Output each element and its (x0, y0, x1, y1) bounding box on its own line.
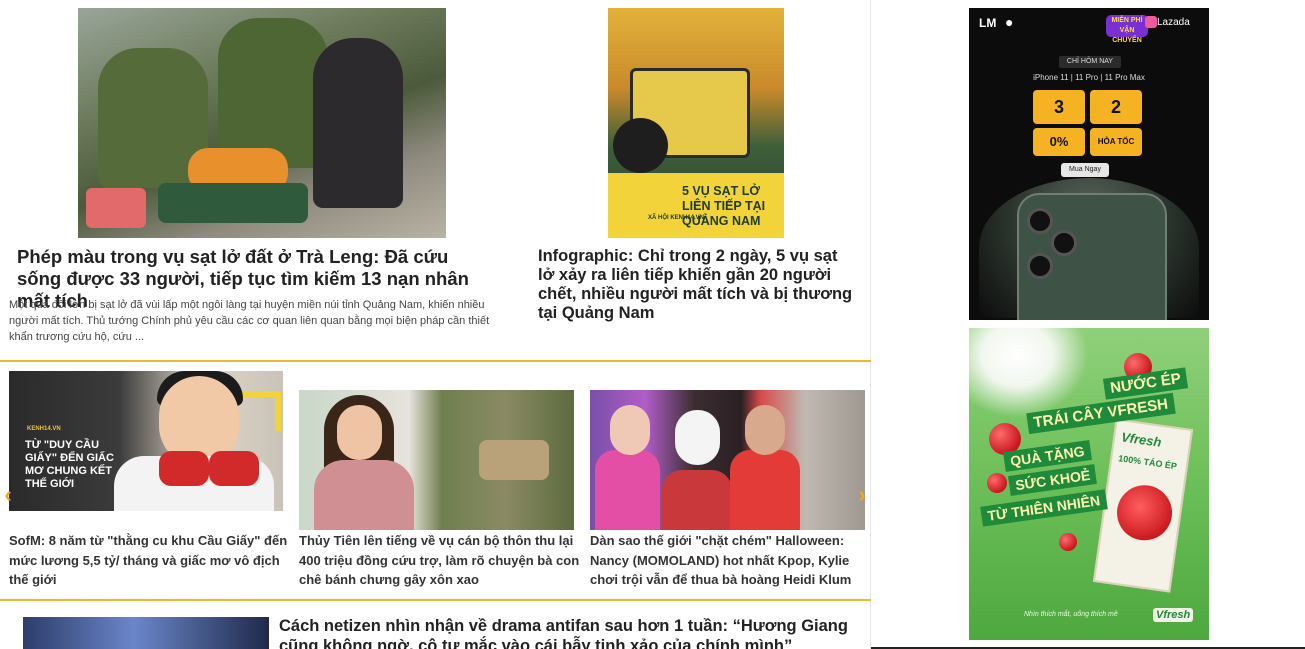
free-shipping-badge: MIỄN PHÍ VẬN CHUYỂN (1106, 15, 1148, 44)
vfresh-logo: Vfresh (1153, 608, 1194, 622)
boxing-glove (159, 451, 209, 486)
main-column: Phép màu trong vụ sạt lở đất ở Trà Leng:… (0, 0, 871, 649)
bottom-item-title[interactable]: Cách netizen nhìn nhận về drama antifan … (279, 616, 849, 649)
carousel-item-image[interactable] (299, 390, 574, 530)
boxing-glove (209, 451, 259, 486)
carousel-prev-icon[interactable]: ‹ (1, 484, 15, 506)
lazada-heart-icon (1145, 16, 1157, 28)
camera-lens-icon (1051, 230, 1077, 256)
featured-left-image[interactable] (78, 8, 446, 238)
carousel-next-icon[interactable]: › (855, 484, 869, 506)
ad-headline: CHỈ HÔM NAY (1059, 56, 1121, 68)
bottom-item-image[interactable] (23, 617, 269, 649)
pack-brand: Vfresh (1120, 429, 1163, 450)
featured-right-image[interactable]: 5 VỤ SẠT LỞ LIÊN TIẾP TẠI QUẢNG NAM XÃ H… (608, 8, 784, 238)
supplies (86, 188, 146, 228)
decor-stripe (241, 391, 281, 431)
person-face (337, 405, 382, 460)
section-divider (0, 360, 871, 362)
person-body (595, 450, 660, 530)
carousel-item-image[interactable] (590, 390, 865, 530)
infographic-source: XÃ HỘI KENH14.VN (648, 215, 705, 221)
stretcher (158, 183, 308, 223)
image-tag: KENH14.VN (27, 426, 61, 432)
carousel-item-title[interactable]: Thủy Tiên lên tiếng về vụ cán bộ thôn th… (299, 531, 581, 590)
advertisement-iphone[interactable]: LM ● MIỄN PHÍ VẬN CHUYỂN Lazada CHỈ HÔM … (969, 8, 1209, 320)
person-body (730, 450, 800, 530)
image-headline: TỪ "DUY CẦU GIẤY" ĐẾN GIẤC MƠ CHUNG KẾT … (25, 439, 114, 490)
apple-fruit-icon (1059, 533, 1077, 551)
lazmall-logo: LM (979, 16, 997, 30)
person-face (675, 410, 720, 465)
discount-tile: 2 (1090, 90, 1142, 124)
carousel-item-image[interactable]: KENH14.VN TỪ "DUY CẦU GIẤY" ĐẾN GIẤC MƠ … (9, 371, 283, 511)
carousel-item-title[interactable]: SofM: 8 năm từ "thằng cu khu Cầu Giấy" đ… (9, 531, 289, 590)
ad-banner-text: TỪ THIÊN NHIÊN (980, 489, 1108, 527)
apple-fruit-icon (987, 473, 1007, 493)
ad-models: iPhone 11 | 11 Pro | 11 Pro Max (1033, 73, 1145, 82)
advertisement-vfresh[interactable]: Vfresh 100% TÁO ÉP NƯỚC ÉP TRÁI CÂY VFRE… (969, 328, 1209, 640)
pack-apple-icon (1113, 481, 1176, 544)
buy-now-button[interactable]: Mua Ngay (1061, 163, 1109, 177)
installment-tile: 0% (1033, 128, 1085, 156)
featured-right-title[interactable]: Infographic: Chỉ trong 2 ngày, 5 vụ sạt … (538, 247, 858, 323)
camera-lens-icon (1027, 253, 1053, 279)
person-face (745, 405, 785, 455)
infographic-caption: 5 VỤ SẠT LỞ LIÊN TIẾP TẠI QUẢNG NAM (682, 184, 766, 228)
soldier-figure (218, 18, 328, 168)
pack-subtitle: 100% TÁO ÉP (1117, 453, 1178, 472)
section-divider (0, 599, 871, 601)
person-body (662, 470, 732, 530)
person-body (314, 460, 414, 530)
woman-figure (313, 38, 403, 208)
ad-banner-text: NƯỚC ÉP (1102, 367, 1189, 400)
money-bundle (479, 440, 549, 480)
delivery-tile: HỎA TỐC (1090, 128, 1142, 156)
person-face (610, 405, 650, 455)
juice-pack-image: Vfresh 100% TÁO ÉP (1092, 418, 1194, 593)
discount-tile: 3 (1033, 90, 1085, 124)
featured-left-summary: Một quả đồi lớn bị sạt lở đã vùi lấp một… (9, 299, 490, 343)
apple-logo-icon: ● (1005, 14, 1014, 30)
lazada-logo: Lazada (1157, 17, 1190, 28)
excavator-wheel (613, 118, 668, 173)
milk-splash (969, 328, 1089, 418)
ad-tagline: Nhìn thích mắt, uống thích mê (1024, 611, 1118, 618)
camera-lens-icon (1027, 208, 1053, 234)
carousel-item-title[interactable]: Dàn sao thế giới "chặt chém" Halloween: … (590, 531, 865, 590)
